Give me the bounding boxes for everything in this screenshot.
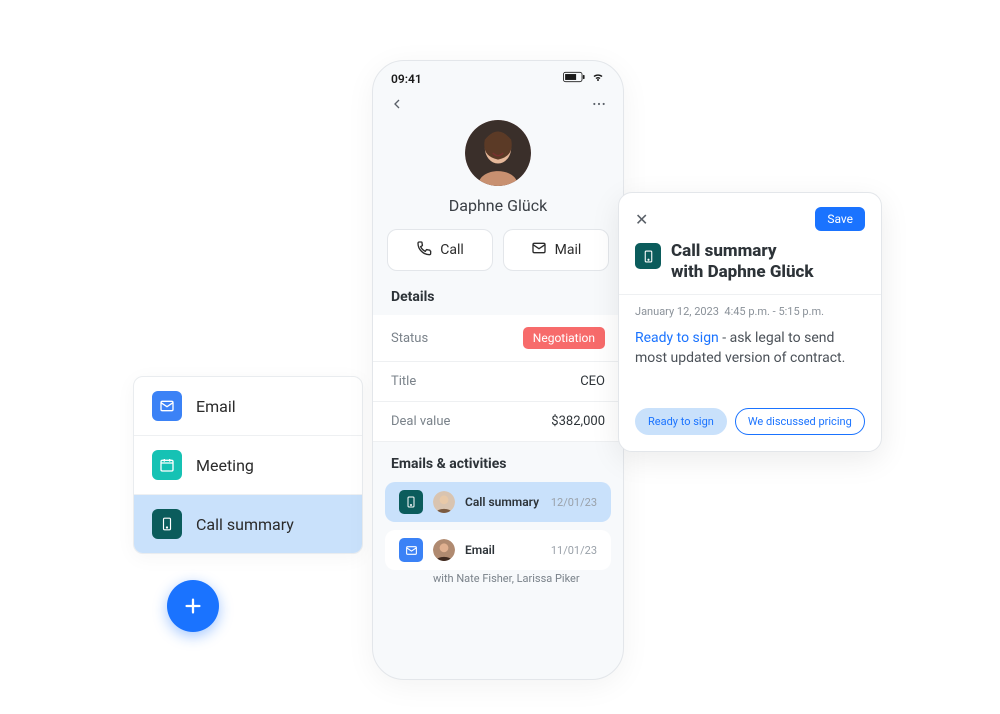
popup-body: Ready to sign - ask legal to send most u…: [635, 328, 865, 369]
mail-icon: [152, 391, 182, 421]
mail-icon: [399, 538, 423, 562]
popup-title: Call summary with Daphne Glück: [671, 241, 814, 284]
call-summary-popup: ✕ Save Call summary with Daphne Glück Ja…: [618, 192, 882, 452]
phone-mockup: 09:41 Daphne Glück: [372, 60, 624, 680]
activity-subline: with Nate Fisher, Larissa Piker: [373, 572, 623, 593]
sidebar-item-label: Meeting: [196, 456, 254, 475]
mail-icon: [531, 240, 547, 260]
call-button[interactable]: Call: [387, 229, 493, 271]
activity-title: Call summary: [465, 495, 541, 509]
detail-row-title: Title CEO: [373, 362, 623, 402]
sidebar-item-meeting[interactable]: Meeting: [134, 436, 362, 495]
detail-value: $382,000: [551, 414, 605, 429]
avatar: [433, 491, 455, 513]
chip-ready-to-sign[interactable]: Ready to sign: [635, 408, 727, 435]
sidebar-item-label: Email: [196, 397, 236, 416]
close-icon[interactable]: ✕: [635, 210, 648, 229]
battery-icon: [563, 71, 585, 86]
phone-device-icon: [635, 243, 661, 269]
contact-name: Daphne Glück: [373, 196, 623, 215]
details-title: Details: [373, 289, 623, 315]
detail-label: Status: [391, 331, 428, 346]
activity-date: 11/01/23: [551, 544, 597, 557]
call-label: Call: [440, 242, 464, 258]
calendar-icon: [152, 450, 182, 480]
activity-row-call-summary[interactable]: Call summary 12/01/23: [385, 482, 611, 522]
mail-button[interactable]: Mail: [503, 229, 609, 271]
detail-row-deal: Deal value $382,000: [373, 402, 623, 442]
phone-device-icon: [152, 509, 182, 539]
add-button[interactable]: [167, 580, 219, 632]
back-icon[interactable]: [389, 96, 405, 116]
divider: [619, 294, 881, 295]
activity-date: 12/01/23: [551, 496, 597, 509]
more-icon[interactable]: [591, 96, 607, 116]
status-time: 09:41: [391, 72, 422, 86]
status-badge: Negotiation: [523, 327, 605, 349]
contact-avatar: [465, 120, 531, 186]
status-bar: 09:41: [373, 61, 623, 86]
detail-row-status: Status Negotiation: [373, 315, 623, 362]
chip-discussed-pricing[interactable]: We discussed pricing: [735, 408, 865, 435]
activities-title: Emails & activities: [373, 442, 623, 482]
detail-label: Title: [391, 374, 416, 389]
save-button[interactable]: Save: [815, 207, 865, 231]
phone-icon: [416, 240, 432, 260]
sidebar-item-call-summary[interactable]: Call summary: [134, 495, 362, 553]
detail-value: CEO: [580, 374, 605, 389]
sidebar-item-label: Call summary: [196, 515, 294, 534]
avatar: [433, 539, 455, 561]
activity-title: Email: [465, 543, 541, 557]
mail-label: Mail: [555, 242, 582, 258]
activity-row-email[interactable]: Email 11/01/23: [385, 530, 611, 570]
body-link[interactable]: Ready to sign: [635, 330, 719, 346]
sidebar-item-email[interactable]: Email: [134, 377, 362, 436]
wifi-icon: [591, 71, 605, 86]
activity-type-card: Email Meeting Call summary: [133, 376, 363, 554]
popup-datetime: January 12, 2023 4:45 p.m. - 5:15 p.m.: [635, 305, 865, 318]
detail-label: Deal value: [391, 414, 450, 429]
phone-device-icon: [399, 490, 423, 514]
